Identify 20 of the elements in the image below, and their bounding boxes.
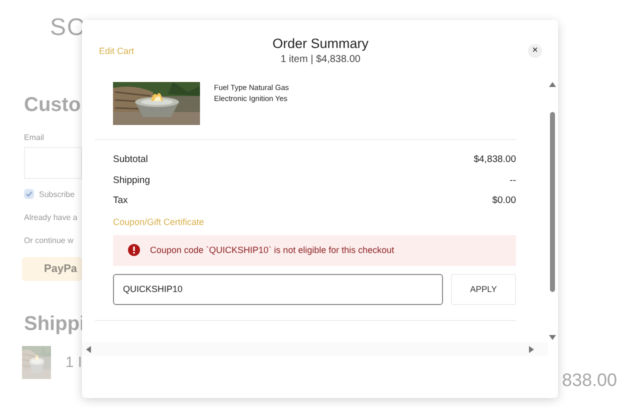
total-value: $4,838.00 (474, 154, 516, 166)
account-text: Already have a (24, 213, 78, 222)
item-count: 1 I (65, 354, 82, 371)
continue-text: Or continue w (24, 236, 74, 245)
total-value: $0.00 (492, 195, 516, 206)
total-price: 838.00 (562, 370, 618, 391)
total-label: Shipping (113, 174, 150, 186)
checkbox-label: Subscribe (39, 190, 75, 198)
total-label: Subtotal (113, 154, 148, 166)
section-heading: Shippi (24, 313, 82, 336)
order-subtitle: 1 item | $4,838.00 (280, 54, 360, 65)
close-button[interactable]: × (528, 44, 542, 58)
total-value: -- (510, 174, 516, 186)
apply-button[interactable]: APPLY (451, 274, 516, 304)
section-heading: Custo (24, 94, 82, 117)
total-label: Tax (113, 195, 128, 206)
field-label: Email (24, 133, 46, 142)
error-text: Coupon code `QUICKSHIP10` is not eligible for this checkout (150, 245, 394, 255)
dialog-title: Order Summary (272, 36, 369, 51)
coupon-field[interactable]: QUICKSHIP10 (113, 274, 443, 304)
